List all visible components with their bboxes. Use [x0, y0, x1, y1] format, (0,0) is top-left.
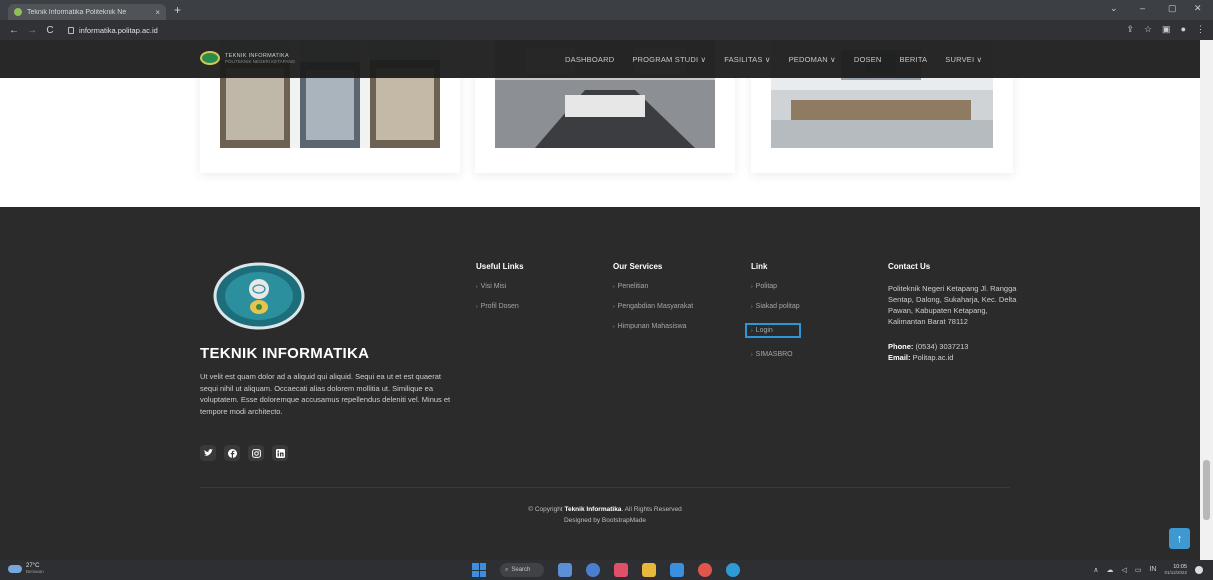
star-icon[interactable]: ☆ — [1144, 24, 1152, 35]
services-column: Our Services › Penelitian › Pengabdian Mas… — [613, 262, 693, 343]
link-simasbro[interactable]: › SIMASBRO — [751, 351, 801, 358]
contact-address: Politeknik Negeri Ketapang Jl. Rangga Se… — [888, 284, 1017, 326]
linkedin-icon[interactable] — [272, 445, 288, 461]
menu-icon[interactable]: ⋮ — [1196, 24, 1205, 35]
share-icon[interactable]: ⇪ — [1126, 24, 1134, 35]
file-explorer-icon[interactable] — [642, 563, 656, 577]
site-logo[interactable]: TEKNIK INFORMATIKA POLITEKNIK NEGERI KET… — [200, 51, 295, 65]
copyright: © Copyright Teknik Informatika. All Righ… — [200, 504, 1010, 526]
contact-column: Contact Us Politeknik Negeri Ketapang Jl… — [888, 262, 1023, 363]
tab-title: Teknik Informatika Politeknik Ne — [27, 8, 127, 16]
new-tab-button[interactable]: + — [174, 3, 181, 17]
lock-icon — [68, 26, 74, 34]
app-icon[interactable] — [614, 563, 628, 577]
contact-phone: Phone: (0534) 3037213 — [888, 342, 969, 351]
page-scrollbar[interactable] — [1200, 40, 1213, 560]
weather-desc: Berawan — [26, 569, 44, 574]
footer-brand: TEKNIK INFORMATIKA — [200, 345, 370, 362]
maximize-button[interactable]: ▢ — [1168, 3, 1177, 14]
footer-divider — [200, 487, 1010, 488]
chrome-icon[interactable] — [698, 563, 712, 577]
taskbar-apps: ⌕ Search — [472, 562, 740, 578]
profile-icon[interactable]: ● — [1181, 24, 1186, 35]
nav-dashboard[interactable]: DASHBOARD — [565, 55, 614, 64]
facebook-icon[interactable] — [224, 445, 240, 461]
logo-badge-icon — [200, 51, 220, 65]
url-field[interactable]: informatika.politap.ac.id — [68, 26, 158, 35]
footer-about-text: Ut velit est quam dolor ad a aliquid qui… — [200, 372, 451, 416]
windows-start-icon[interactable] — [472, 563, 486, 577]
chat-icon[interactable] — [586, 563, 600, 577]
link-heading: Link — [751, 262, 768, 271]
twitter-icon[interactable] — [200, 445, 216, 461]
system-tray: ∧ ☁ ◁ ▭ IN 10:05 01/12/2022 — [1093, 564, 1203, 575]
instagram-icon[interactable] — [248, 445, 264, 461]
minimize-button[interactable]: – — [1140, 3, 1145, 13]
tab-search-icon[interactable]: ⌄ — [1110, 3, 1118, 14]
politeknik-logo — [213, 262, 305, 330]
edge-icon[interactable] — [726, 563, 740, 577]
language-indicator[interactable]: IN — [1149, 566, 1156, 573]
favicon-icon — [14, 8, 22, 16]
chevron-up-icon[interactable]: ∧ — [1093, 566, 1098, 574]
link-penelitian[interactable]: › Penelitian — [613, 283, 693, 290]
page-viewport: TEKNIK INFORMATIKA Ut velit est quam dol… — [0, 40, 1213, 560]
scrollbar-thumb[interactable] — [1203, 460, 1210, 520]
volume-icon[interactable]: ◁ — [1121, 566, 1126, 574]
sidebar-icon[interactable]: ▣ — [1162, 24, 1171, 35]
link-visi-misi[interactable]: › Visi Misi — [476, 283, 524, 290]
address-bar-row: ← → C informatika.politap.ac.id ⇪ ☆ ▣ ● … — [0, 20, 1213, 40]
onedrive-icon[interactable]: ☁ — [1106, 566, 1113, 574]
browser-tab[interactable]: Teknik Informatika Politeknik Ne × — [8, 4, 166, 20]
link-pengabdian[interactable]: › Pengabdian Masyarakat — [613, 303, 693, 310]
nav-survei[interactable]: SURVEI ∨ — [945, 55, 982, 64]
nav-pedoman[interactable]: PEDOMAN ∨ — [789, 55, 836, 64]
useful-links-column: Useful Links › Visi Misi › Profil Dosen — [476, 262, 524, 323]
notification-icon[interactable] — [1195, 565, 1203, 574]
main-nav: DASHBOARD PROGRAM STUDI ∨ FASILITAS ∨ PE… — [565, 40, 982, 78]
back-to-top-button[interactable]: ↑ — [1169, 528, 1190, 549]
nav-program-studi[interactable]: PROGRAM STUDI ∨ — [632, 55, 706, 64]
useful-links-heading: Useful Links — [476, 262, 524, 271]
windows-taskbar: 27°C Berawan ⌕ Search ∧ ☁ ◁ ▭ IN 10:05 0… — [0, 560, 1213, 580]
browser-titlebar: Teknik Informatika Politeknik Ne × + ⌄ –… — [0, 0, 1213, 20]
contact-heading: Contact Us — [888, 262, 931, 271]
site-header: TEKNIK INFORMATIKA POLITEKNIK NEGERI KET… — [0, 40, 1200, 78]
contact-email: Email: Politap.ac.id — [888, 353, 954, 362]
link-politap[interactable]: › Politap — [751, 283, 801, 290]
weather-widget[interactable]: 27°C Berawan — [8, 563, 44, 574]
tab-close-icon[interactable]: × — [155, 8, 160, 17]
link-login[interactable]: › Login — [745, 323, 801, 338]
social-links — [200, 445, 288, 461]
task-view-icon[interactable] — [558, 563, 572, 577]
link-himpunan[interactable]: › Himpunan Mahasiswa — [613, 323, 693, 330]
link-siakad[interactable]: › Siakad politap — [751, 303, 801, 310]
nav-berita[interactable]: BERITA — [900, 55, 928, 64]
reload-icon[interactable]: C — [42, 25, 58, 36]
display-icon[interactable]: ▭ — [1135, 566, 1142, 574]
back-icon[interactable]: ← — [6, 25, 22, 36]
nav-fasilitas[interactable]: FASILITAS ∨ — [724, 55, 770, 64]
nav-dosen[interactable]: DOSEN — [854, 55, 882, 64]
store-icon[interactable] — [670, 563, 684, 577]
link-profil-dosen[interactable]: › Profil Dosen — [476, 303, 524, 310]
cloud-icon — [8, 564, 22, 573]
page-content: TEKNIK INFORMATIKA Ut velit est quam dol… — [0, 40, 1200, 560]
close-window-button[interactable]: ✕ — [1194, 3, 1202, 14]
link-column: Link › Politap › Siakad politap › Login › SI… — [745, 262, 801, 371]
forward-icon[interactable]: → — [24, 25, 40, 36]
taskbar-search[interactable]: ⌕ Search — [500, 563, 544, 577]
logo-subtitle: POLITEKNIK NEGERI KETAPANG — [225, 58, 296, 64]
search-icon: ⌕ — [505, 566, 509, 573]
services-heading: Our Services — [613, 262, 663, 271]
clock[interactable]: 10:05 01/12/2022 — [1164, 564, 1187, 575]
designed-by: Designed by BootstrapMade — [563, 517, 647, 524]
footer: TEKNIK INFORMATIKA Ut velit est quam dol… — [0, 207, 1200, 560]
url-text: informatika.politap.ac.id — [79, 25, 158, 35]
